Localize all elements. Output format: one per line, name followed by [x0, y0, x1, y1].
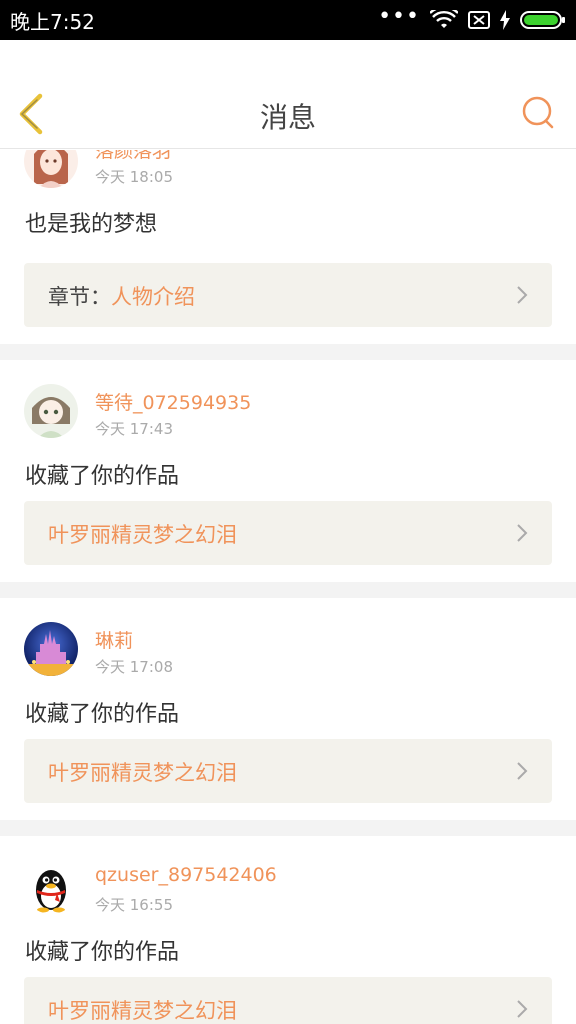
battery-icon	[520, 11, 565, 29]
message-time: 今天 18:05	[95, 168, 173, 186]
work-link[interactable]: 叶罗丽精灵梦之幻泪	[24, 501, 552, 565]
ref-title: 叶罗丽精灵梦之幻泪	[48, 523, 237, 547]
username[interactable]: 琳莉	[95, 626, 133, 653]
chevron-right-icon	[517, 1000, 528, 1018]
avatar[interactable]	[24, 622, 78, 676]
username[interactable]: 落颜落羽	[95, 150, 171, 163]
more-dots-icon: •••	[378, 4, 420, 29]
avatar-anime-girl-icon	[24, 384, 78, 438]
username[interactable]: qzuser_897542406	[95, 864, 277, 886]
ref-title: 叶罗丽精灵梦之幻泪	[48, 999, 237, 1023]
work-link[interactable]: 叶罗丽精灵梦之幻泪	[24, 739, 552, 803]
message-card: 落颜落羽 今天 18:05 也是我的梦想 章节：人物介绍	[0, 150, 576, 344]
avatar[interactable]	[24, 860, 78, 914]
ref-prefix: 章节：	[48, 285, 111, 309]
message-time: 今天 17:08	[95, 658, 173, 676]
ref-text: 章节：人物介绍	[48, 281, 195, 311]
avatar[interactable]	[24, 150, 78, 188]
message-time: 今天 17:43	[95, 420, 173, 438]
work-link[interactable]: 叶罗丽精灵梦之幻泪	[24, 977, 552, 1024]
no-sim-icon	[468, 11, 490, 29]
avatar-penguin-icon	[24, 860, 78, 914]
ref-title: 叶罗丽精灵梦之幻泪	[48, 761, 237, 785]
ref-text: 叶罗丽精灵梦之幻泪	[48, 757, 237, 787]
ref-title: 人物介绍	[111, 285, 195, 309]
chevron-right-icon	[517, 524, 528, 542]
chevron-right-icon	[517, 286, 528, 304]
message-card: 等待_072594935 今天 17:43 收藏了你的作品 叶罗丽精灵梦之幻泪	[0, 360, 576, 582]
status-time: 晚上7:52	[10, 9, 95, 34]
message-time: 今天 16:55	[95, 896, 173, 914]
message-text: 收藏了你的作品	[25, 464, 180, 489]
charging-icon	[500, 10, 510, 30]
username[interactable]: 等待_072594935	[95, 388, 251, 415]
status-icons: •••	[378, 4, 566, 30]
message-card: qzuser_897542406 今天 16:55 收藏了你的作品 叶罗丽精灵梦…	[0, 836, 576, 1024]
ref-text: 叶罗丽精灵梦之幻泪	[48, 519, 237, 549]
avatar[interactable]	[24, 384, 78, 438]
nav-bar: 消息	[0, 40, 576, 149]
message-text: 收藏了你的作品	[25, 702, 180, 727]
message-card: 琳莉 今天 17:08 收藏了你的作品 叶罗丽精灵梦之幻泪	[0, 598, 576, 820]
status-bar: 晚上7:52 •••	[0, 0, 576, 40]
message-list[interactable]: 落颜落羽 今天 18:05 也是我的梦想 章节：人物介绍 等待_07259493…	[0, 150, 576, 1024]
message-text: 收藏了你的作品	[25, 940, 180, 965]
avatar-anime-girl-icon	[24, 150, 78, 188]
chevron-right-icon	[517, 762, 528, 780]
search-icon[interactable]	[520, 94, 556, 130]
page-title: 消息	[259, 101, 316, 134]
avatar-castle-icon	[24, 622, 78, 676]
chapter-link[interactable]: 章节：人物介绍	[24, 263, 552, 327]
wifi-icon	[430, 10, 458, 28]
ref-text: 叶罗丽精灵梦之幻泪	[48, 995, 237, 1024]
message-text: 也是我的梦想	[25, 212, 158, 237]
